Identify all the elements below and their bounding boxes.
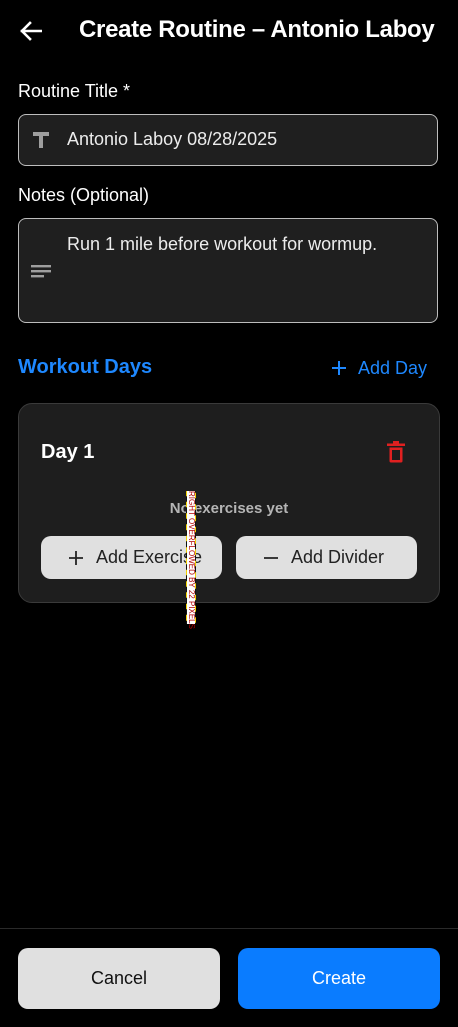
notes-label: Notes (Optional) — [18, 185, 150, 205]
empty-exercises-text: No exercises yet — [169, 500, 289, 517]
back-button[interactable] — [14, 14, 48, 48]
routine-title-label: Routine Title * — [18, 81, 131, 101]
trash-icon — [387, 441, 405, 463]
notes-value: Run 1 mile before workout for wormup. — [67, 234, 378, 254]
day-card: Day 1 No exercises yet Add Exercise Add … — [18, 403, 440, 603]
page-title: Create Routine – Antonio Laboy — [79, 16, 435, 43]
routine-title-field[interactable]: Antonio Laboy 08/28/2025 — [18, 114, 438, 166]
routine-title-value: Antonio Laboy 08/28/2025 — [67, 129, 278, 149]
app-bar: Create Routine – Antonio Laboy — [0, 0, 458, 62]
minus-icon — [260, 547, 282, 569]
add-divider-button[interactable]: Add Divider — [236, 536, 417, 579]
bottom-action-bar: Cancel Create — [0, 928, 458, 1027]
arrow-back-icon — [20, 21, 42, 41]
add-day-button[interactable]: Add Day — [328, 354, 427, 382]
text-format-icon — [29, 128, 53, 152]
add-divider-label: Add Divider — [291, 547, 385, 567]
notes-icon — [29, 259, 53, 283]
cancel-button[interactable]: Cancel — [18, 948, 220, 1009]
workout-days-title: Workout Days — [18, 356, 153, 378]
delete-day-button[interactable] — [381, 437, 411, 467]
overflow-warning-text: RIGHT OVERFLOWED BY 22 PIXELS — [187, 491, 196, 629]
notes-field[interactable]: Run 1 mile before workout for wormup. — [18, 218, 438, 323]
plus-icon — [328, 357, 350, 379]
add-day-label: Add Day — [358, 357, 428, 378]
day-title: Day 1 — [41, 441, 95, 463]
create-routine-screen: Create Routine – Antonio Laboy Routine T… — [0, 0, 458, 1027]
plus-icon — [65, 547, 87, 569]
create-button[interactable]: Create — [238, 948, 440, 1009]
